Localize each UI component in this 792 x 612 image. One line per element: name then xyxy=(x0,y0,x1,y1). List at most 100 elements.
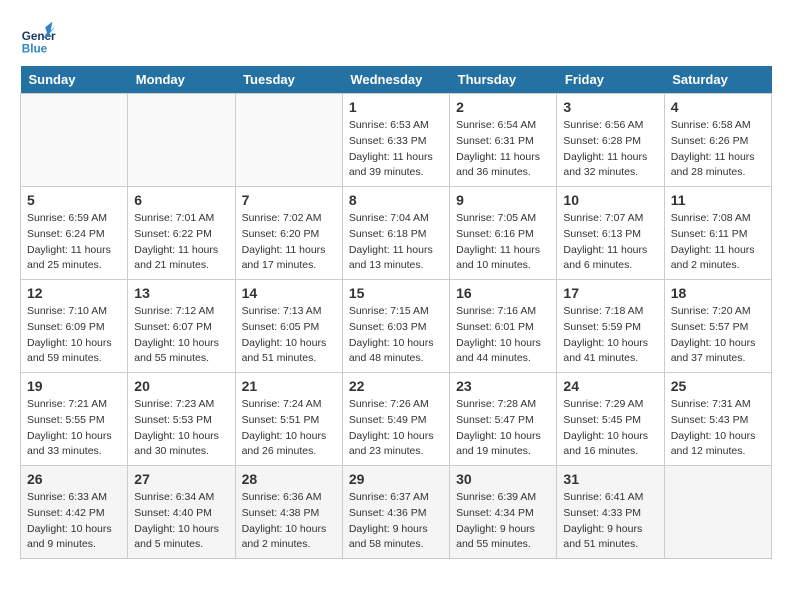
day-info: Sunrise: 7:02 AM Sunset: 6:20 PM Dayligh… xyxy=(242,211,336,274)
day-number: 13 xyxy=(134,285,228,301)
day-number: 26 xyxy=(27,471,121,487)
calendar-cell: 31Sunrise: 6:41 AM Sunset: 4:33 PM Dayli… xyxy=(557,466,664,559)
calendar-cell xyxy=(235,94,342,187)
calendar-cell: 2 Sunrise: 6:54 AM Sunset: 6:31 PM Daylig… xyxy=(450,94,557,187)
day-number: 10 xyxy=(563,192,657,208)
day-number: 19 xyxy=(27,378,121,394)
calendar-cell: 11 Sunrise: 7:08 AM Sunset: 6:11 PM Dayli… xyxy=(664,187,771,280)
calendar-cell: 20 Sunrise: 7:23 AM Sunset: 5:53 PM Dayli… xyxy=(128,373,235,466)
day-number: 2 xyxy=(456,99,550,115)
calendar-cell: 16 Sunrise: 7:16 AM Sunset: 6:01 PM Dayli… xyxy=(450,280,557,373)
day-info: Sunrise: 6:59 AM Sunset: 6:24 PM Dayligh… xyxy=(27,211,121,274)
day-number: 14 xyxy=(242,285,336,301)
calendar-cell: 30Sunrise: 6:39 AM Sunset: 4:34 PM Dayli… xyxy=(450,466,557,559)
calendar-cell xyxy=(664,466,771,559)
calendar-cell: 12 Sunrise: 7:10 AM Sunset: 6:09 PM Dayli… xyxy=(21,280,128,373)
day-number: 1 xyxy=(349,99,443,115)
header-day-wednesday: Wednesday xyxy=(342,66,449,94)
logo-icon: General Blue xyxy=(20,20,56,56)
calendar-cell: 26 Sunrise: 6:33 AM Sunset: 4:42 PM Dayli… xyxy=(21,466,128,559)
day-info: Sunrise: 6:39 AM Sunset: 4:34 PM Dayligh… xyxy=(456,490,550,553)
calendar-table: SundayMondayTuesdayWednesdayThursdayFrid… xyxy=(20,66,772,559)
day-number: 29 xyxy=(349,471,443,487)
day-info: Sunrise: 7:01 AM Sunset: 6:22 PM Dayligh… xyxy=(134,211,228,274)
day-number: 9 xyxy=(456,192,550,208)
calendar-cell: 15Sunrise: 7:15 AM Sunset: 6:03 PM Dayli… xyxy=(342,280,449,373)
calendar-cell: 25 Sunrise: 7:31 AM Sunset: 5:43 PM Dayli… xyxy=(664,373,771,466)
calendar-cell: 29Sunrise: 6:37 AM Sunset: 4:36 PM Dayli… xyxy=(342,466,449,559)
calendar-week-5: 26 Sunrise: 6:33 AM Sunset: 4:42 PM Dayli… xyxy=(21,466,772,559)
day-number: 4 xyxy=(671,99,765,115)
day-info: Sunrise: 6:58 AM Sunset: 6:26 PM Dayligh… xyxy=(671,118,765,181)
day-info: Sunrise: 7:21 AM Sunset: 5:55 PM Dayligh… xyxy=(27,397,121,460)
day-info: Sunrise: 7:29 AM Sunset: 5:45 PM Dayligh… xyxy=(563,397,657,460)
day-info: Sunrise: 7:26 AM Sunset: 5:49 PM Dayligh… xyxy=(349,397,443,460)
day-info: Sunrise: 7:15 AM Sunset: 6:03 PM Dayligh… xyxy=(349,304,443,367)
day-number: 12 xyxy=(27,285,121,301)
calendar-week-2: 5 Sunrise: 6:59 AM Sunset: 6:24 PM Daylig… xyxy=(21,187,772,280)
day-number: 24 xyxy=(563,378,657,394)
calendar-cell: 14 Sunrise: 7:13 AM Sunset: 6:05 PM Dayli… xyxy=(235,280,342,373)
day-info: Sunrise: 7:18 AM Sunset: 5:59 PM Dayligh… xyxy=(563,304,657,367)
day-info: Sunrise: 6:54 AM Sunset: 6:31 PM Dayligh… xyxy=(456,118,550,181)
calendar-week-3: 12 Sunrise: 7:10 AM Sunset: 6:09 PM Dayli… xyxy=(21,280,772,373)
calendar-cell: 5 Sunrise: 6:59 AM Sunset: 6:24 PM Daylig… xyxy=(21,187,128,280)
header-day-thursday: Thursday xyxy=(450,66,557,94)
calendar-cell: 9Sunrise: 7:05 AM Sunset: 6:16 PM Daylig… xyxy=(450,187,557,280)
calendar-cell: 6 Sunrise: 7:01 AM Sunset: 6:22 PM Daylig… xyxy=(128,187,235,280)
day-info: Sunrise: 7:04 AM Sunset: 6:18 PM Dayligh… xyxy=(349,211,443,274)
header-day-sunday: Sunday xyxy=(21,66,128,94)
day-number: 17 xyxy=(563,285,657,301)
day-number: 27 xyxy=(134,471,228,487)
day-number: 11 xyxy=(671,192,765,208)
day-number: 16 xyxy=(456,285,550,301)
calendar-header-row: SundayMondayTuesdayWednesdayThursdayFrid… xyxy=(21,66,772,94)
day-info: Sunrise: 6:33 AM Sunset: 4:42 PM Dayligh… xyxy=(27,490,121,553)
calendar-cell: 21Sunrise: 7:24 AM Sunset: 5:51 PM Dayli… xyxy=(235,373,342,466)
calendar-cell: 13 Sunrise: 7:12 AM Sunset: 6:07 PM Dayli… xyxy=(128,280,235,373)
day-number: 6 xyxy=(134,192,228,208)
svg-text:Blue: Blue xyxy=(22,42,48,55)
calendar-cell: 24 Sunrise: 7:29 AM Sunset: 5:45 PM Dayli… xyxy=(557,373,664,466)
calendar-cell: 18Sunrise: 7:20 AM Sunset: 5:57 PM Dayli… xyxy=(664,280,771,373)
day-info: Sunrise: 6:56 AM Sunset: 6:28 PM Dayligh… xyxy=(563,118,657,181)
day-number: 28 xyxy=(242,471,336,487)
calendar-cell: 8 Sunrise: 7:04 AM Sunset: 6:18 PM Daylig… xyxy=(342,187,449,280)
day-number: 25 xyxy=(671,378,765,394)
day-info: Sunrise: 6:53 AM Sunset: 6:33 PM Dayligh… xyxy=(349,118,443,181)
calendar-cell: 7Sunrise: 7:02 AM Sunset: 6:20 PM Daylig… xyxy=(235,187,342,280)
header: General Blue xyxy=(20,20,772,56)
day-info: Sunrise: 7:16 AM Sunset: 6:01 PM Dayligh… xyxy=(456,304,550,367)
calendar-cell: 27Sunrise: 6:34 AM Sunset: 4:40 PM Dayli… xyxy=(128,466,235,559)
header-day-tuesday: Tuesday xyxy=(235,66,342,94)
calendar-week-4: 19 Sunrise: 7:21 AM Sunset: 5:55 PM Dayli… xyxy=(21,373,772,466)
calendar-cell: 22 Sunrise: 7:26 AM Sunset: 5:49 PM Dayli… xyxy=(342,373,449,466)
header-day-friday: Friday xyxy=(557,66,664,94)
calendar-cell xyxy=(128,94,235,187)
day-info: Sunrise: 7:10 AM Sunset: 6:09 PM Dayligh… xyxy=(27,304,121,367)
calendar-cell: 4 Sunrise: 6:58 AM Sunset: 6:26 PM Daylig… xyxy=(664,94,771,187)
day-info: Sunrise: 7:23 AM Sunset: 5:53 PM Dayligh… xyxy=(134,397,228,460)
day-number: 20 xyxy=(134,378,228,394)
calendar-week-1: 1 Sunrise: 6:53 AM Sunset: 6:33 PM Daylig… xyxy=(21,94,772,187)
day-number: 23 xyxy=(456,378,550,394)
day-number: 5 xyxy=(27,192,121,208)
calendar-cell: 17 Sunrise: 7:18 AM Sunset: 5:59 PM Dayli… xyxy=(557,280,664,373)
calendar-cell: 28Sunrise: 6:36 AM Sunset: 4:38 PM Dayli… xyxy=(235,466,342,559)
day-number: 22 xyxy=(349,378,443,394)
day-number: 21 xyxy=(242,378,336,394)
day-number: 31 xyxy=(563,471,657,487)
day-info: Sunrise: 7:31 AM Sunset: 5:43 PM Dayligh… xyxy=(671,397,765,460)
day-info: Sunrise: 7:08 AM Sunset: 6:11 PM Dayligh… xyxy=(671,211,765,274)
day-info: Sunrise: 7:12 AM Sunset: 6:07 PM Dayligh… xyxy=(134,304,228,367)
calendar-cell: 23Sunrise: 7:28 AM Sunset: 5:47 PM Dayli… xyxy=(450,373,557,466)
calendar-cell: 3Sunrise: 6:56 AM Sunset: 6:28 PM Daylig… xyxy=(557,94,664,187)
logo: General Blue xyxy=(20,20,56,56)
calendar-cell: 1 Sunrise: 6:53 AM Sunset: 6:33 PM Daylig… xyxy=(342,94,449,187)
header-day-monday: Monday xyxy=(128,66,235,94)
day-info: Sunrise: 7:13 AM Sunset: 6:05 PM Dayligh… xyxy=(242,304,336,367)
calendar-cell xyxy=(21,94,128,187)
day-number: 18 xyxy=(671,285,765,301)
day-number: 8 xyxy=(349,192,443,208)
calendar-cell: 19 Sunrise: 7:21 AM Sunset: 5:55 PM Dayli… xyxy=(21,373,128,466)
